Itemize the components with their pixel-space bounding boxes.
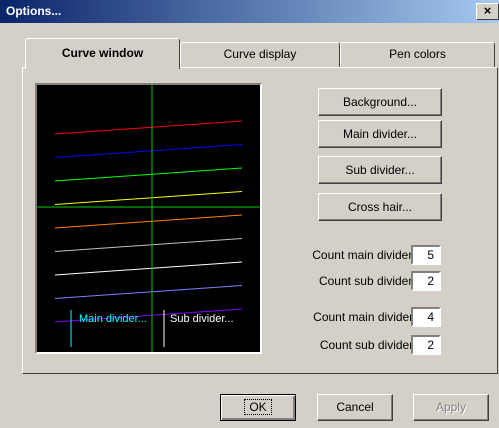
cancel-button-label: Cancel [336, 400, 374, 414]
preview-curve-1 [54, 120, 243, 135]
close-icon: × [483, 3, 492, 18]
window-title: Options... [6, 4, 62, 18]
count-main-divider-x-label: Count main divider X: [312, 248, 427, 262]
main-divider-legend-label: Main divider... [79, 313, 147, 325]
preview-curve-2 [54, 144, 243, 158]
sub-divider-legend-label: Sub divider... [170, 313, 234, 325]
tab-curve-display-label: Curve display [223, 47, 297, 61]
apply-button: Apply [413, 394, 489, 421]
cancel-button[interactable]: Cancel [317, 394, 393, 421]
count-sub-divider-x-label: Count sub divider X: [318, 274, 427, 288]
preview-curve-5 [54, 214, 243, 229]
background-button-label: Background... [342, 95, 418, 109]
apply-button-label: Apply [435, 400, 467, 414]
tab-curve-window[interactable]: Curve window [25, 38, 180, 69]
ok-button[interactable]: OK [220, 394, 296, 421]
ok-button-label: OK [244, 399, 272, 415]
sub-divider-button-label: Sub divider... [345, 163, 415, 177]
options-dialog: Options... × Curve window Curve display … [0, 0, 499, 428]
count-sub-divider-x-input[interactable]: 2 [411, 271, 441, 291]
title-bar[interactable]: Options... × [0, 0, 499, 23]
tab-panel-curve-window: Main divider... Sub divider... Backgroun… [22, 67, 498, 374]
tab-pen-colors-label: Pen colors [389, 47, 446, 61]
tab-curve-display[interactable]: Curve display [180, 42, 340, 67]
preview-curve-6 [54, 238, 243, 252]
count-sub-divider-y-label: Count sub divider Y: [319, 338, 427, 352]
count-main-divider-y-label: Count main divider Y: [313, 310, 427, 324]
preview-curve-4 [54, 191, 243, 205]
main-divider-button[interactable]: Main divider... [318, 120, 442, 148]
close-button[interactable]: × [476, 3, 499, 20]
tab-pen-colors[interactable]: Pen colors [340, 42, 495, 67]
count-sub-divider-y-input[interactable]: 2 [411, 335, 441, 355]
main-divider-button-label: Main divider... [342, 127, 418, 141]
preview-curve-7 [54, 261, 243, 276]
sub-divider-button[interactable]: Sub divider... [318, 156, 442, 184]
count-main-divider-x-input[interactable]: 5 [411, 245, 441, 265]
cross-hair-button[interactable]: Cross hair... [318, 193, 442, 221]
cross-hair-button-label: Cross hair... [347, 200, 413, 214]
background-button[interactable]: Background... [318, 88, 442, 116]
preview-curve-8 [54, 285, 243, 299]
tab-curve-window-label: Curve window [61, 46, 144, 60]
count-main-divider-y-input[interactable]: 4 [411, 307, 441, 327]
preview-curve-3 [54, 167, 243, 182]
